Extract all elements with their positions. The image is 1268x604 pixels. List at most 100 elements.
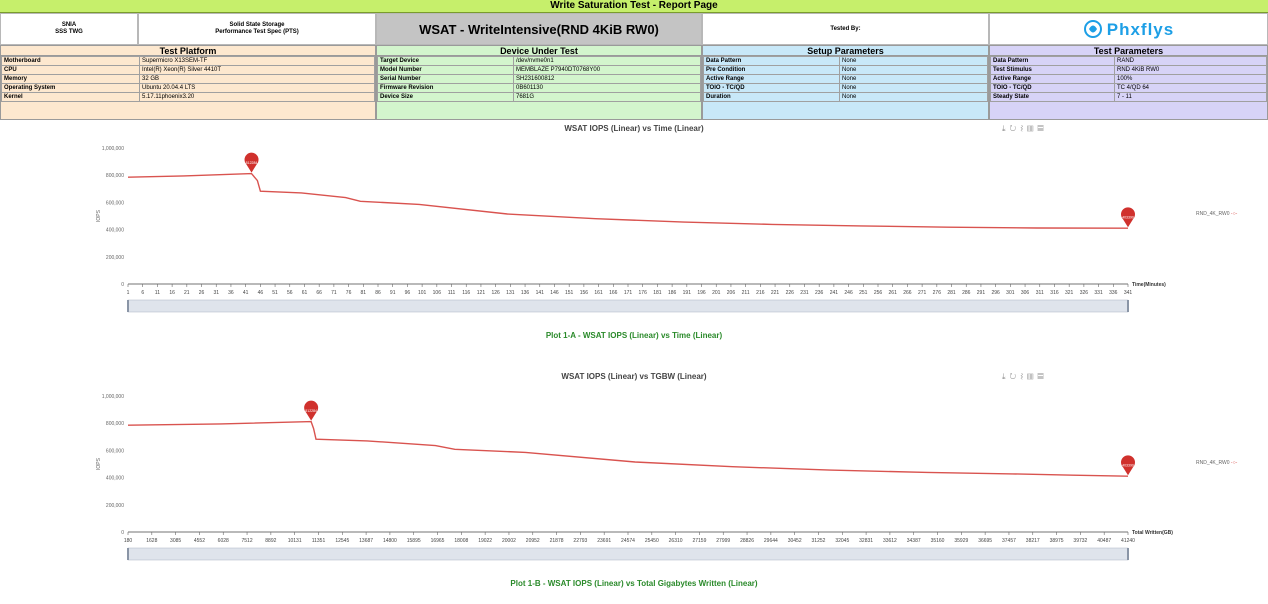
param-row: Active Range 100% (990, 74, 1267, 84)
x-tick-label: 166 (609, 290, 618, 296)
param-value: 5.17.11phoenix3.20 (139, 92, 375, 102)
series-line (127, 172, 1129, 229)
zoom-slider (127, 547, 1129, 561)
x-tick-label: 331 (1094, 290, 1103, 296)
spec-cell: Solid State Storage Performance Test Spe… (138, 13, 376, 45)
x-tick-label: 35160 (931, 538, 945, 544)
y-tick-label: 0 (121, 530, 124, 536)
x-tick-label: 286 (962, 290, 971, 296)
x-tick-label: 4552 (194, 538, 205, 544)
x-tick-label: 27999 (716, 538, 730, 544)
data-view-icon[interactable]: ▤ (1037, 372, 1047, 381)
x-tick-label: 171 (624, 290, 633, 296)
param-row: Motherboard Supermicro X13SEM-TF (1, 56, 375, 66)
bar-icon[interactable]: ▥ (1027, 372, 1037, 381)
org-cell: SNIA SSS TWG (0, 13, 138, 45)
x-tick-label: 61 (302, 290, 308, 296)
param-key: Firmware Revision (377, 83, 514, 93)
x-tick-label: 10131 (288, 538, 302, 544)
x-tick-label: 38217 (1026, 538, 1040, 544)
param-row: Serial Number SH231600812 (377, 74, 701, 84)
x-tick-label: 266 (903, 290, 912, 296)
x-tick-label: 6 (141, 290, 144, 296)
x-tick-label: 37457 (1002, 538, 1016, 544)
zoom-handle-right (1127, 300, 1129, 312)
param-row: Test Stimulus RND 4KiB RW0 (990, 65, 1267, 75)
x-tick-label: 316 (1050, 290, 1059, 296)
x-tick-label: 311 (1036, 290, 1044, 296)
x-tick-label: 11351 (312, 538, 326, 544)
refresh-icon[interactable]: ↻ (1010, 124, 1021, 133)
dut-table: Target Device/dev/nvme0n1 Model Number MEM… (377, 56, 701, 102)
x-tick-label: 231 (800, 290, 809, 296)
x-tick-label: 20002 (502, 538, 516, 544)
x-tick-label: 71 (331, 290, 337, 296)
x-tick-label: 211 (742, 290, 750, 296)
x-tick-label: 271 (918, 290, 927, 296)
x-tick-label: 38975 (1050, 538, 1064, 544)
data-view-icon[interactable]: ▤ (1037, 124, 1047, 133)
x-tick-label: 35929 (954, 538, 968, 544)
param-row: Active Range None (703, 74, 988, 84)
x-tick-label: 246 (844, 290, 853, 296)
x-tick-label: 196 (697, 290, 706, 296)
logo-text: Phxflys (1106, 19, 1175, 39)
x-tick-label: 186 (668, 290, 677, 296)
x-tick-label: 326 (1080, 290, 1089, 296)
refresh-icon[interactable]: ↻ (1010, 372, 1021, 381)
x-tick-label: 32831 (859, 538, 873, 544)
marker-label: 812284 (305, 409, 317, 413)
logo-icon (1083, 20, 1102, 38)
test-platform-section: Test Platform Motherboard Supermicro X13S… (0, 45, 376, 120)
param-value: 100% (1114, 74, 1267, 84)
param-row: Pre Condition None (703, 65, 988, 75)
x-tick-label: 22793 (573, 538, 587, 544)
param-value: None (839, 65, 988, 75)
chart-b-legend[interactable]: RND_4K_RW0 -○- (1196, 460, 1237, 466)
x-tick-label: 81 (361, 290, 367, 296)
x-tick-label: 31252 (812, 538, 826, 544)
bar-icon[interactable]: ▥ (1027, 124, 1037, 133)
x-tick-label: 151 (565, 290, 574, 296)
chart-b-title: WSAT IOPS (Linear) vs TGBW (Linear) (561, 372, 707, 381)
param-key: Pre Condition (703, 65, 840, 75)
marker-label: 403399 (1122, 464, 1134, 468)
param-row: TOIO - TC/QD None (703, 83, 988, 93)
chart-a-legend[interactable]: RND_4K_RW0 -○- (1196, 211, 1237, 217)
x-tick-label: 20952 (526, 538, 540, 544)
x-tick-label: 241 (830, 290, 839, 296)
tested-by: Tested By: (702, 13, 989, 45)
x-tick-label: 32045 (835, 538, 849, 544)
org-line2: SSS TWG (55, 29, 83, 35)
platform-table: Motherboard Supermicro X13SEM-TF CPU Intel(… (1, 56, 375, 102)
zoom-handle-right (1127, 548, 1129, 560)
test-params-section: Test Parameters Data Pattern RAND Test Sti… (989, 45, 1268, 120)
y-tick-label: 200,000 (106, 255, 124, 261)
x-tick-label: 281 (947, 290, 956, 296)
download-icon[interactable]: ⤓ (1002, 372, 1010, 381)
param-key: CPU (1, 65, 140, 75)
x-tick-label: 106 (433, 290, 442, 296)
x-tick-label: 161 (594, 290, 603, 296)
param-key: Kernel (1, 92, 140, 102)
zoom-handle-left (127, 300, 129, 312)
x-tick-label: 40487 (1097, 538, 1111, 544)
x-tick-label: 29644 (764, 538, 778, 544)
param-row: Duration None (703, 92, 988, 102)
dut-section: Device Under Test Target Device/dev/nvme… (376, 45, 702, 120)
param-key: Active Range (990, 74, 1115, 84)
param-value: 32 GB (139, 74, 375, 84)
param-key: TOIO - TC/QD (703, 83, 840, 93)
setup-table: Data Pattern None Pre Condition None Active … (703, 56, 988, 102)
x-tick-label: 276 (933, 290, 942, 296)
param-key: Motherboard (1, 56, 140, 66)
x-tick-label: 101 (418, 290, 427, 296)
param-value: Intel(R) Xeon(R) Silver 4410T (139, 65, 375, 75)
x-tick-label: 146 (550, 290, 559, 296)
download-icon[interactable]: ⤓ (1002, 124, 1010, 133)
x-tick-label: 141 (536, 290, 545, 296)
param-key: Model Number (377, 65, 514, 75)
x-tick-label: 121 (477, 290, 486, 296)
param-value: 0B601130 (513, 83, 701, 93)
y-tick-label: 1,000,000 (102, 146, 124, 152)
